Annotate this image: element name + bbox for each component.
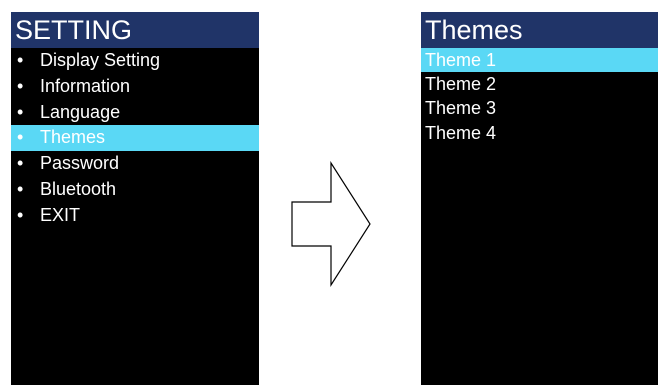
- theme-item-1[interactable]: Theme 1: [421, 48, 658, 73]
- theme-item-4[interactable]: Theme 4: [421, 121, 658, 145]
- theme-item-label: Theme 4: [425, 122, 497, 143]
- menu-item-label: Display Setting: [40, 50, 161, 70]
- arrow-right-outline-icon: [291, 161, 371, 287]
- bullet-icon: •: [17, 178, 24, 199]
- menu-item-label: Password: [40, 153, 120, 174]
- settings-screen: SETTING • Display Setting • Information • L…: [11, 12, 259, 385]
- menu-item-exit[interactable]: • EXIT: [11, 203, 259, 229]
- menu-item-themes[interactable]: • Themes: [11, 125, 259, 152]
- menu-item-display-setting[interactable]: • Display Setting: [11, 48, 259, 74]
- bullet-icon: •: [17, 204, 24, 225]
- menu-item-label: Information: [40, 75, 131, 96]
- settings-menu: • Display Setting • Information • Language …: [11, 48, 259, 229]
- theme-item-label: Theme 1: [425, 50, 497, 70]
- bullet-icon: •: [17, 75, 24, 96]
- menu-item-label: Language: [40, 101, 121, 122]
- theme-item-label: Theme 2: [425, 74, 497, 95]
- theme-item-3[interactable]: Theme 3: [421, 96, 658, 120]
- menu-item-information[interactable]: • Information: [11, 74, 259, 100]
- theme-item-2[interactable]: Theme 2: [421, 72, 658, 96]
- bullet-icon: •: [17, 50, 24, 70]
- theme-item-label: Theme 3: [425, 98, 497, 119]
- menu-item-label: EXIT: [40, 204, 81, 225]
- menu-item-bluetooth[interactable]: • Bluetooth: [11, 177, 259, 203]
- menu-item-language[interactable]: • Language: [11, 100, 259, 126]
- menu-item-password[interactable]: • Password: [11, 151, 259, 177]
- menu-item-label: Bluetooth: [40, 178, 117, 199]
- bullet-icon: •: [17, 127, 24, 148]
- themes-menu: Theme 1 Theme 2 Theme 3 Theme 4: [421, 48, 658, 145]
- themes-screen: Themes Theme 1 Theme 2 Theme 3 Theme 4: [421, 12, 658, 385]
- bullet-icon: •: [17, 101, 24, 122]
- themes-title: Themes: [421, 12, 658, 48]
- menu-item-label: Themes: [40, 127, 106, 148]
- bullet-icon: •: [17, 153, 24, 174]
- settings-title: SETTING: [11, 12, 259, 48]
